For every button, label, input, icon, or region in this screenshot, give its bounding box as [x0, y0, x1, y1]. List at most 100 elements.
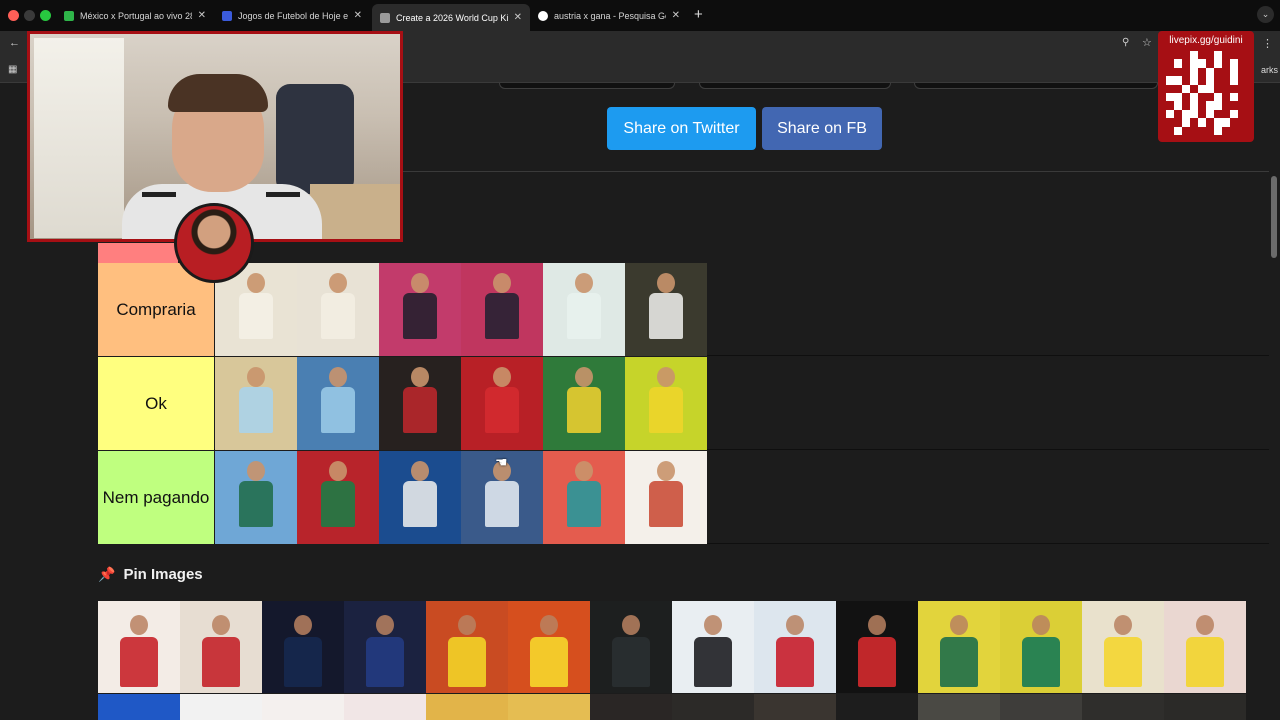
kit-jersey — [321, 293, 355, 339]
pin-kit-image[interactable] — [918, 601, 1000, 693]
pin-kit-image[interactable] — [344, 601, 426, 693]
browser-tab-active[interactable]: Create a 2026 World Cup Kit ✕ — [372, 4, 530, 31]
kit-image[interactable] — [297, 451, 379, 544]
close-window-icon[interactable] — [8, 10, 19, 21]
pin-kit-image[interactable] — [344, 694, 426, 720]
pin-kit-image[interactable] — [836, 694, 918, 720]
kit-image[interactable] — [543, 263, 625, 356]
form-input-bottom[interactable] — [699, 83, 891, 89]
form-input-bottom[interactable] — [914, 83, 1158, 89]
browser-tab[interactable]: Jogos de Futebol de Hoje e R ✕ — [214, 4, 370, 27]
qr-module — [1238, 51, 1246, 60]
pin-kit-image[interactable] — [1082, 601, 1164, 693]
pin-kit-image[interactable] — [180, 601, 262, 693]
pin-kit-image[interactable] — [1164, 694, 1246, 720]
tab-favicon-icon — [222, 10, 232, 21]
all-bookmarks-label[interactable]: arks — [1261, 65, 1278, 75]
qr-module — [1222, 67, 1230, 77]
kit-image[interactable] — [625, 451, 707, 544]
pin-kit-image[interactable] — [918, 694, 1000, 720]
kit-jersey — [485, 293, 519, 339]
kit-image[interactable] — [379, 451, 461, 544]
qr-module — [1174, 92, 1182, 102]
pin-kit-image[interactable] — [508, 694, 590, 720]
cam-desk — [310, 184, 400, 239]
qr-module — [1206, 118, 1214, 127]
kit-image[interactable] — [625, 263, 707, 356]
qr-module — [1182, 84, 1190, 93]
kit-player-head — [950, 615, 968, 635]
qr-module — [1166, 84, 1174, 93]
page-scrollbar-thumb[interactable] — [1271, 176, 1277, 258]
kit-image[interactable] — [379, 357, 461, 450]
kit-player-head — [540, 615, 558, 635]
pin-kit-image[interactable] — [590, 694, 672, 720]
kit-image[interactable] — [297, 357, 379, 450]
back-arrow-icon[interactable]: ← — [9, 37, 20, 49]
pin-kit-image[interactable] — [672, 694, 754, 720]
kit-image[interactable] — [461, 357, 543, 450]
pin-kit-image[interactable] — [672, 601, 754, 693]
menu-kebab-icon[interactable]: ⋮ — [1262, 37, 1273, 50]
qr-module — [1190, 84, 1198, 93]
pin-kit-image[interactable] — [426, 601, 508, 693]
qr-module — [1206, 92, 1214, 102]
qr-module — [1174, 101, 1182, 110]
pin-row — [98, 694, 1254, 720]
apps-grid-icon[interactable]: ▦ — [8, 64, 17, 75]
tab-search-icon[interactable]: ⌄ — [1257, 6, 1274, 23]
pin-kit-image[interactable] — [262, 601, 344, 693]
pin-kit-image[interactable] — [98, 601, 180, 693]
pin-kit-image[interactable] — [836, 601, 918, 693]
kit-image[interactable] — [543, 357, 625, 450]
pin-kit-image[interactable] — [1082, 694, 1164, 720]
kit-jersey — [321, 481, 355, 527]
kit-image[interactable] — [215, 451, 297, 544]
close-tab-icon[interactable]: ✕ — [672, 10, 680, 21]
new-tab-icon[interactable]: + — [694, 6, 703, 23]
close-tab-icon[interactable]: ✕ — [514, 12, 522, 23]
kit-image[interactable] — [461, 263, 543, 356]
pin-kit-image[interactable] — [426, 694, 508, 720]
tab-title: Jogos de Futebol de Hoje e R — [238, 10, 348, 21]
tab-favicon-icon — [64, 10, 74, 21]
zoom-icon[interactable]: ⚲ — [1122, 37, 1129, 48]
pin-kit-image[interactable] — [508, 601, 590, 693]
pin-kit-image[interactable] — [98, 694, 180, 720]
kit-image[interactable] — [215, 357, 297, 450]
kit-jersey — [776, 637, 814, 687]
tier-label[interactable]: Ok — [98, 357, 214, 450]
kit-jersey — [448, 637, 486, 687]
kit-jersey — [284, 637, 322, 687]
pin-kit-image[interactable] — [180, 694, 262, 720]
kit-image[interactable] — [297, 263, 379, 356]
share-facebook-button[interactable]: Share on FB — [762, 107, 882, 150]
qr-module — [1222, 59, 1230, 68]
qr-module — [1230, 51, 1238, 60]
pin-kit-image[interactable] — [754, 694, 836, 720]
bookmark-star-icon[interactable]: ☆ — [1142, 36, 1152, 49]
browser-tab[interactable]: México x Portugal ao vivo 28/ ✕ — [56, 4, 214, 27]
close-tab-icon[interactable]: ✕ — [198, 10, 206, 21]
pin-kit-image[interactable] — [1000, 601, 1082, 693]
qr-module — [1222, 51, 1230, 60]
kit-image[interactable] — [379, 263, 461, 356]
share-twitter-button[interactable]: Share on Twitter — [607, 107, 756, 150]
pin-kit-image[interactable] — [754, 601, 836, 693]
pin-kit-image[interactable] — [1000, 694, 1082, 720]
pin-kit-image[interactable] — [590, 601, 672, 693]
pin-kit-image[interactable] — [262, 694, 344, 720]
kit-jersey — [649, 481, 683, 527]
kit-image[interactable] — [625, 357, 707, 450]
kit-jersey — [858, 637, 896, 687]
close-tab-icon[interactable]: ✕ — [354, 10, 362, 21]
kit-jersey — [202, 637, 240, 687]
form-input-bottom[interactable] — [499, 83, 675, 89]
minimize-window-icon[interactable] — [24, 10, 35, 21]
browser-tab[interactable]: austria x gana - Pesquisa Goo ✕ — [530, 4, 688, 27]
pin-kit-image[interactable] — [1164, 601, 1246, 693]
tier-label[interactable]: Nem pagando — [98, 451, 214, 544]
zoom-window-icon[interactable] — [40, 10, 51, 21]
kit-image[interactable] — [543, 451, 625, 544]
qr-module — [1230, 101, 1238, 110]
